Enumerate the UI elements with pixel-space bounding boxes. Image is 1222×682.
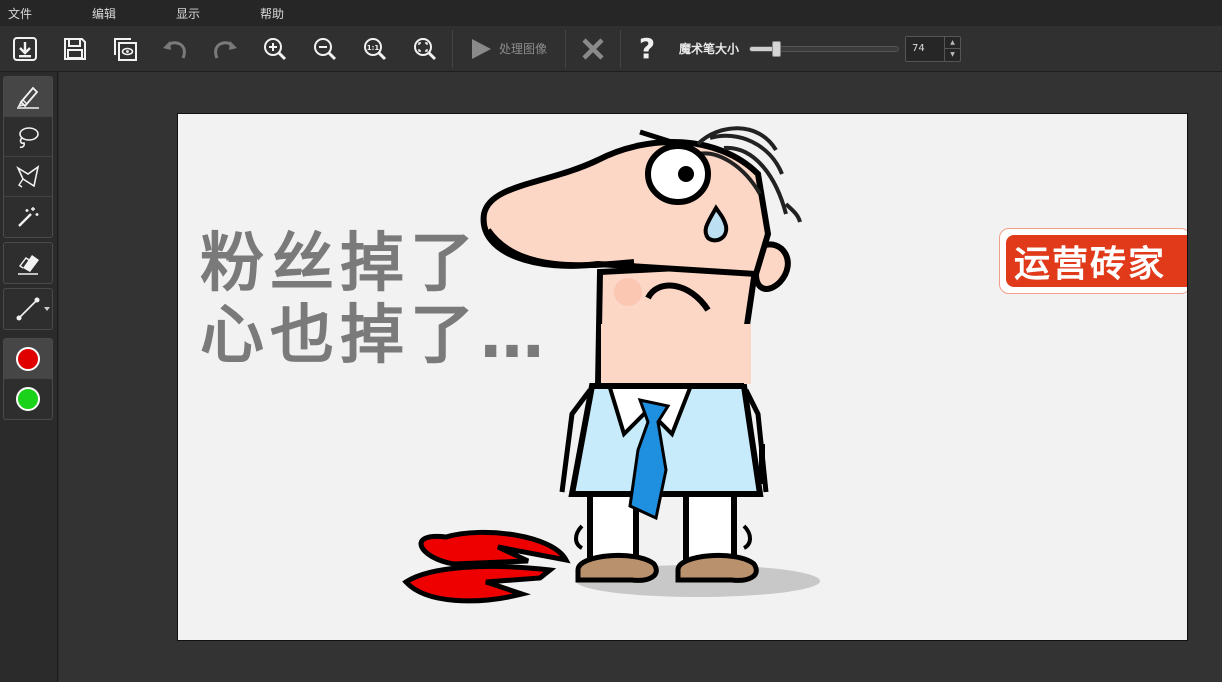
redo-button[interactable] [200,26,250,72]
menu-help[interactable]: 帮助 [252,5,336,22]
color-red-swatch[interactable] [4,339,52,379]
red-swatch [16,346,40,371]
lasso-icon [19,126,39,148]
green-swatch [16,387,40,411]
brush-size-input[interactable] [906,36,945,61]
lasso-tool[interactable] [4,117,52,157]
zoom-actual-text: 1:1 [367,44,380,52]
zoom-out-icon [314,37,337,60]
toolbar-separator [452,29,453,68]
close-x-icon [582,37,604,60]
polygon-lasso-tool[interactable] [4,157,52,197]
line-tool[interactable] [4,289,52,329]
slider-thumb[interactable] [772,40,782,57]
brush-size-slider[interactable] [749,39,900,59]
process-image-label: 处理图像 [499,42,548,56]
preview-button[interactable] [100,26,150,72]
zoom-actual-button[interactable]: 1:1 [350,26,400,72]
marker-pen-tool[interactable] [4,77,52,117]
dropdown-arrow-icon[interactable] [44,307,50,311]
menu-edit[interactable]: 编辑 [84,5,168,22]
app-window: 文件 编辑 显示 帮助 1:1 处理图像 ? 魔术笔大小 74 ▲ ▼ 粉丝掉了… [0,0,1222,682]
magic-wand-icon [18,207,39,227]
cartoon-illustration [402,126,820,604]
save-icon [64,37,86,60]
polygon-lasso-icon [16,164,40,188]
zoom-in-button[interactable] [250,26,300,72]
eraser-tool-group [3,242,53,284]
redo-icon [214,40,237,59]
eraser-tool[interactable] [4,243,52,283]
preview-icon [114,37,137,61]
brush-size-label: 魔术笔大小 [679,42,740,56]
import-icon [13,36,37,61]
spin-arrows: ▲ ▼ [944,36,961,61]
color-green-swatch[interactable] [4,379,52,419]
marker-pen-icon [17,86,39,109]
eraser-icon [18,255,39,275]
toolbar-separator [565,29,567,68]
watermark-text: 运营砖家 [1006,235,1187,287]
undo-icon [163,40,186,59]
zoom-fit-button[interactable] [400,26,450,72]
brush-size-spinbox: ▲ ▼ [905,35,962,62]
help-button[interactable]: ? [623,26,671,72]
zoom-out-button[interactable] [300,26,350,72]
watermark-logo: 运营砖家 [999,228,1187,294]
undo-button[interactable] [150,26,200,72]
toolbar: 1:1 处理图像 ? 魔术笔大小 74 ▲ ▼ [0,26,1222,72]
line-tool-icon [16,297,40,321]
magic-wand-tool[interactable] [4,197,52,237]
line-tool-group [3,288,53,330]
menu-view[interactable]: 显示 [168,5,252,22]
zoom-fit-icon [414,37,437,60]
import-button[interactable] [0,26,50,72]
save-button[interactable] [50,26,100,72]
zoom-actual-icon: 1:1 [364,37,387,60]
play-icon [472,38,491,59]
clear-button[interactable] [568,26,618,72]
tool-panel [0,72,58,682]
menu-bar: 文件 编辑 显示 帮助 [0,0,1222,26]
spin-up-arrow-icon[interactable]: ▲ [945,37,961,49]
selection-tools-group [3,76,53,238]
process-image-button[interactable]: 处理图像 [455,26,563,72]
spin-down-arrow-icon[interactable]: ▼ [945,49,960,61]
image-canvas[interactable]: 粉丝掉了 心也掉了… 运营砖家 [177,113,1188,641]
color-group [3,338,53,420]
zoom-in-icon [264,37,287,60]
menu-file[interactable]: 文件 [0,5,84,22]
work-area: 粉丝掉了 心也掉了… 运营砖家 [59,72,1222,682]
toolbar-separator [620,29,622,68]
